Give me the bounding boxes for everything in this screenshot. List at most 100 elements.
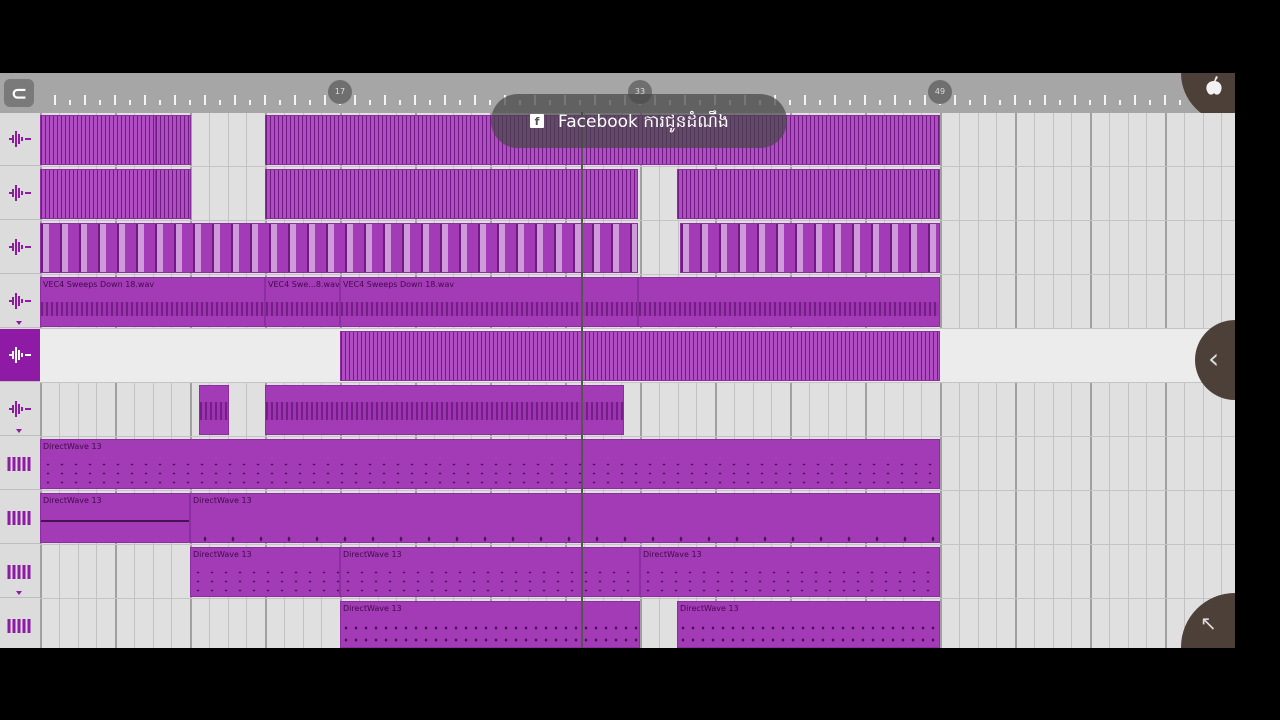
- track-header[interactable]: [0, 275, 40, 328]
- audio-clip[interactable]: VEC4 Sweeps Down 18.wav: [40, 277, 265, 327]
- clip-notes: [191, 514, 939, 542]
- ruler-tick: [804, 95, 806, 105]
- audio-clip[interactable]: [677, 169, 940, 219]
- ruler-tick: [144, 95, 146, 105]
- ruler-tick: [834, 95, 836, 105]
- pattern-clip[interactable]: DirectWave 13: [40, 493, 190, 543]
- track-header[interactable]: [0, 113, 40, 166]
- track-header[interactable]: [0, 545, 40, 598]
- waveform-icon: [9, 131, 31, 147]
- ruler-tick: [249, 100, 251, 105]
- pattern-clip[interactable]: DirectWave 13: [190, 547, 340, 597]
- facebook-icon: f: [530, 114, 544, 128]
- ruler-tick: [879, 100, 881, 105]
- ruler-tick: [1119, 100, 1121, 105]
- ruler-tick: [84, 95, 86, 105]
- clip-notes: [678, 622, 939, 647]
- audio-clip[interactable]: [199, 385, 229, 435]
- clip-label: DirectWave 13: [43, 496, 102, 505]
- expand-arrow-icon[interactable]: [16, 321, 22, 325]
- clip-label: DirectWave 13: [193, 550, 252, 559]
- track-header[interactable]: [0, 167, 40, 220]
- pattern-clip[interactable]: DirectWave 13: [340, 547, 640, 597]
- ruler-tick: [204, 95, 206, 105]
- ruler-tick: [1089, 100, 1091, 105]
- ruler-tick: [489, 100, 491, 105]
- clip-label: VEC4 Sweeps Down 18.wav: [343, 280, 455, 289]
- ruler-tick: [984, 95, 986, 105]
- pattern-clip[interactable]: DirectWave 13: [677, 601, 940, 648]
- audio-clip[interactable]: [155, 169, 191, 219]
- clip-waveform: [200, 402, 228, 420]
- ruler-tick: [789, 100, 791, 105]
- audio-clip[interactable]: VEC4 Swe...8.wav: [265, 277, 340, 327]
- clip-label: DirectWave 13: [193, 496, 252, 505]
- chevron-left-icon: ‹: [1208, 342, 1220, 375]
- clip-waveform: [639, 302, 939, 316]
- ruler-tick: [294, 95, 296, 105]
- magnet-icon[interactable]: ⊂: [4, 79, 34, 107]
- track-header[interactable]: [0, 491, 40, 544]
- ruler-tick: [129, 100, 131, 105]
- waveform-icon: [9, 239, 31, 255]
- clip-label: DirectWave 13: [343, 550, 402, 559]
- ruler-tick: [264, 95, 266, 105]
- clip-waveform: [341, 302, 637, 316]
- ruler-tick: [909, 100, 911, 105]
- ruler-tick: [924, 95, 926, 105]
- track-header[interactable]: [0, 599, 40, 648]
- playlist-grid[interactable]: VEC4 Sweeps Down 18.wav VEC4 Swe...8.wav…: [40, 113, 1235, 648]
- track-header-selected[interactable]: [0, 329, 40, 382]
- ruler-tick: [849, 100, 851, 105]
- expand-arrow-icon[interactable]: [16, 591, 22, 595]
- ruler-tick: [174, 95, 176, 105]
- waveform-icon: [9, 347, 31, 363]
- ruler-tick: [1014, 95, 1016, 105]
- clip-waveform: [266, 402, 623, 420]
- bar-marker[interactable]: 49: [928, 80, 952, 104]
- notification-toast[interactable]: f Facebook ការជូនដំណឹង: [491, 94, 787, 148]
- ruler-tick: [459, 100, 461, 105]
- track-header[interactable]: [0, 221, 40, 274]
- waveform-icon: [9, 185, 31, 201]
- ruler-tick: [1164, 95, 1166, 105]
- ruler-tick: [1149, 100, 1151, 105]
- audio-clip[interactable]: [638, 277, 940, 327]
- expand-arrow-icon[interactable]: [16, 429, 22, 433]
- ruler-tick: [189, 100, 191, 105]
- ruler-tick: [1179, 100, 1181, 105]
- ruler-tick: [159, 100, 161, 105]
- ruler-tick: [1044, 95, 1046, 105]
- audio-clip[interactable]: VEC4 Sweeps Down 18.wav: [340, 277, 638, 327]
- ruler-tick: [69, 100, 71, 105]
- audio-clip[interactable]: [40, 223, 638, 273]
- audio-clip[interactable]: [265, 385, 624, 435]
- ruler-tick: [114, 95, 116, 105]
- ruler-tick: [384, 95, 386, 105]
- ruler-tick: [1104, 95, 1106, 105]
- piano-keys-icon: [7, 565, 31, 579]
- bar-marker[interactable]: 17: [328, 80, 352, 104]
- ruler-tick: [969, 100, 971, 105]
- pattern-clip[interactable]: DirectWave 13: [340, 601, 640, 648]
- playhead[interactable]: [581, 112, 583, 648]
- track-header[interactable]: [0, 437, 40, 490]
- piano-keys-icon: [7, 619, 31, 633]
- clip-label: DirectWave 13: [643, 550, 702, 559]
- ruler-tick: [219, 100, 221, 105]
- track-headers: [0, 113, 40, 648]
- pattern-clip[interactable]: DirectWave 13: [40, 439, 940, 489]
- piano-keys-icon: [7, 457, 31, 471]
- pattern-clip[interactable]: DirectWave 13: [190, 493, 940, 543]
- pattern-clip[interactable]: DirectWave 13: [640, 547, 940, 597]
- ruler-tick: [309, 100, 311, 105]
- ruler-tick: [234, 95, 236, 105]
- audio-clip[interactable]: [340, 331, 940, 381]
- ruler-tick: [1074, 95, 1076, 105]
- track-header[interactable]: [0, 383, 40, 436]
- clip-notes: [191, 568, 339, 596]
- ruler-tick: [444, 95, 446, 105]
- audio-clip[interactable]: [155, 115, 191, 165]
- audio-clip[interactable]: [680, 223, 940, 273]
- clip-notes: [641, 568, 939, 596]
